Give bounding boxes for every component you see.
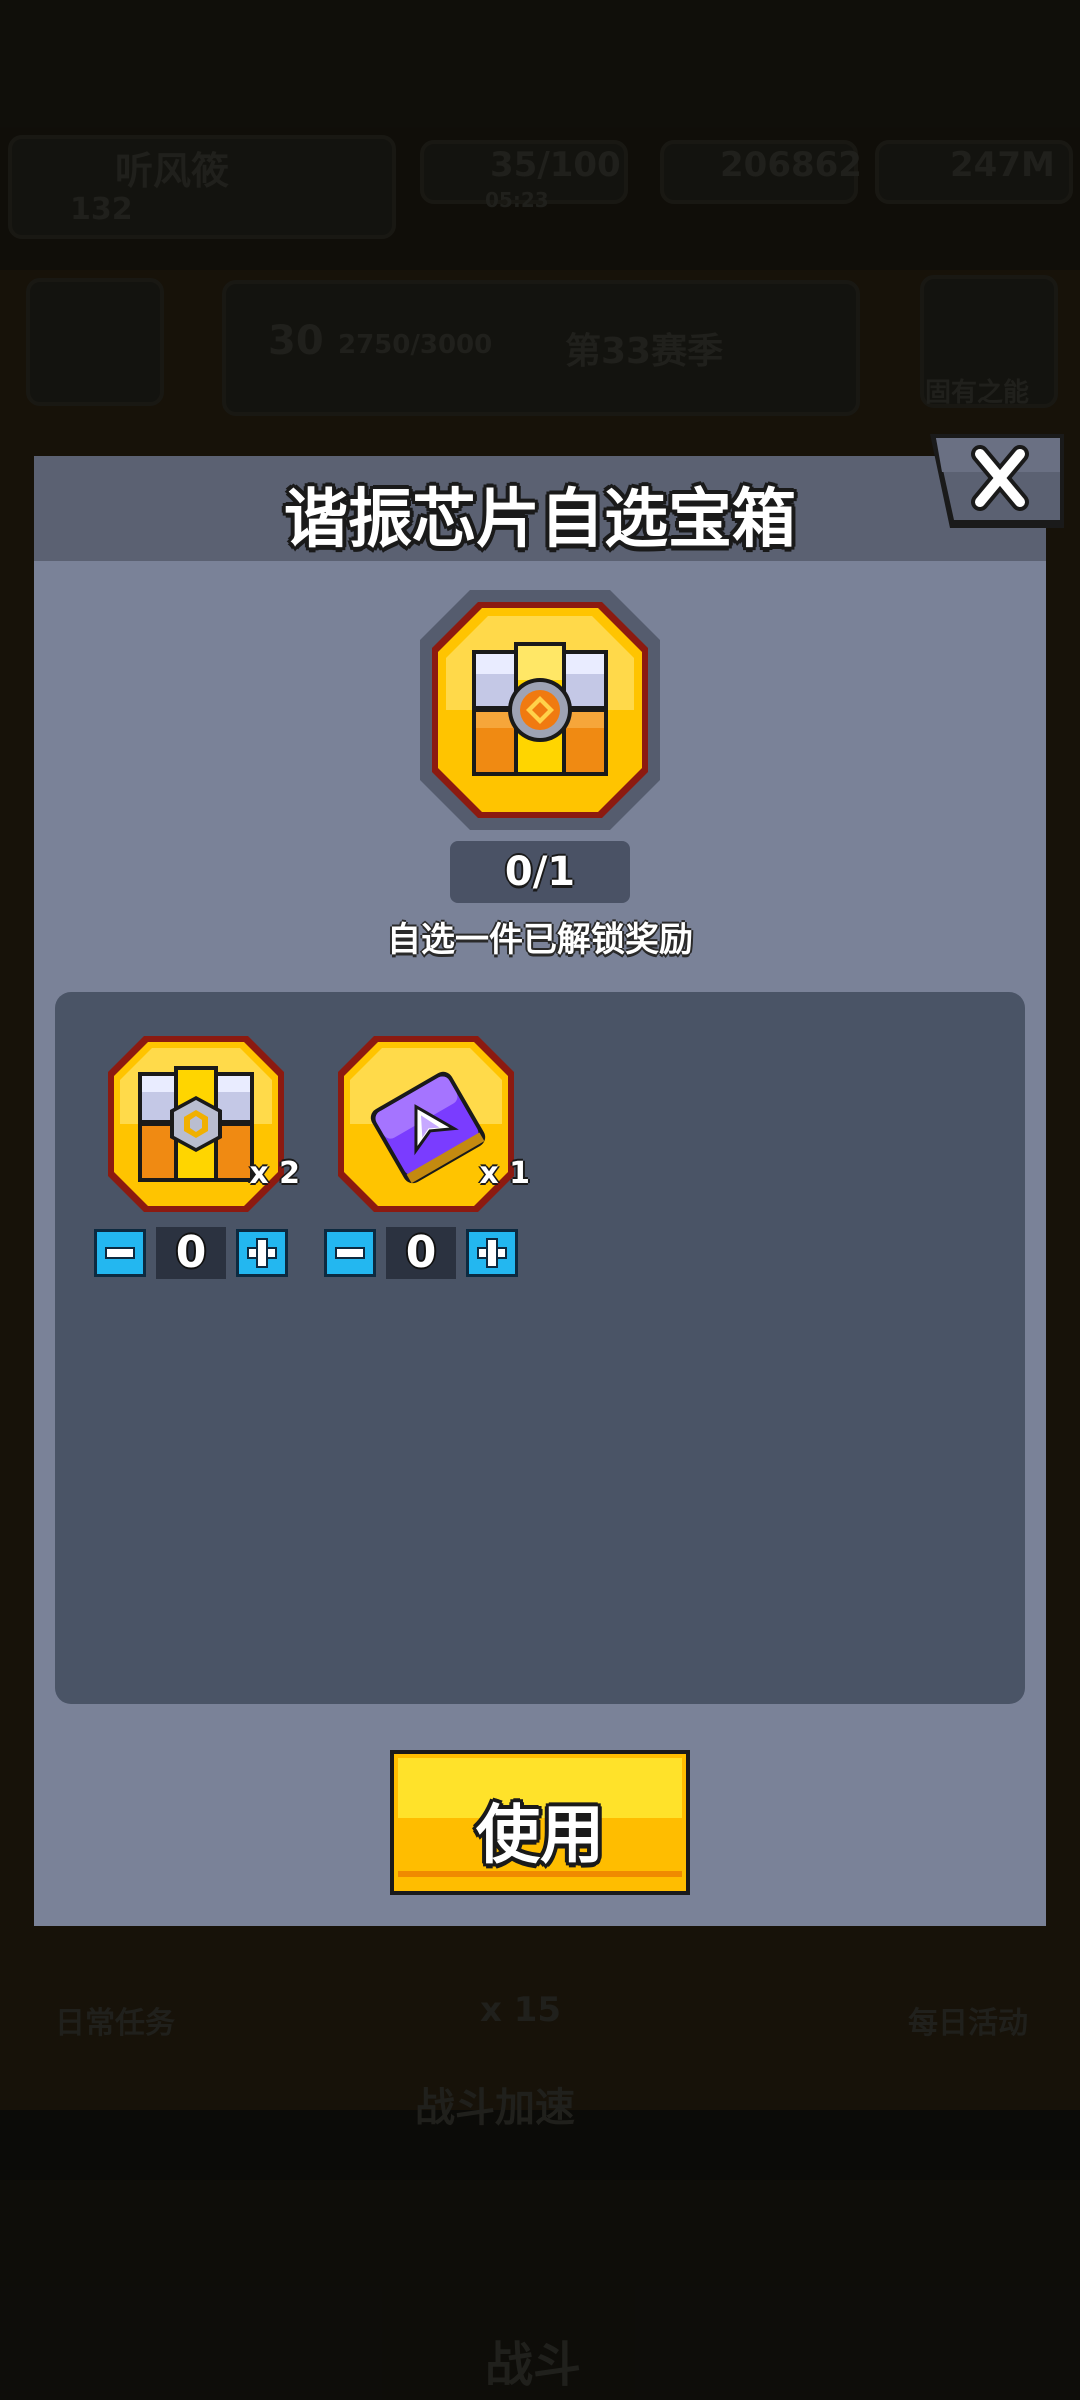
use-button-label: 使用 [476, 1799, 604, 1873]
dialog-title: 谐振芯片自选宝箱 [284, 483, 796, 557]
close-button[interactable] [928, 432, 1068, 532]
plus-button[interactable] [236, 1229, 288, 1277]
minus-button[interactable] [94, 1229, 146, 1277]
quantity-stepper: 0 [324, 1227, 524, 1279]
item-quantity: x 2 [249, 1156, 300, 1191]
plus-button[interactable] [466, 1229, 518, 1277]
selection-counter: 0/1 [450, 841, 630, 903]
quantity-stepper: 0 [94, 1227, 294, 1279]
use-button[interactable]: 使用 [390, 1750, 690, 1895]
minus-button[interactable] [324, 1229, 376, 1277]
chest-icon [420, 590, 660, 830]
reward-item-purple-blueprint[interactable]: x 1 0 [324, 1034, 536, 1304]
minus-icon [335, 1247, 365, 1259]
close-icon [930, 434, 1064, 528]
plus-icon [247, 1238, 277, 1268]
selected-quantity: 0 [156, 1227, 226, 1279]
minus-icon [105, 1247, 135, 1259]
item-quantity: x 1 [479, 1156, 530, 1191]
plus-icon [477, 1238, 507, 1268]
dialog-header: 谐振芯片自选宝箱 [34, 456, 1046, 561]
selected-quantity: 0 [386, 1227, 456, 1279]
game-screen: 听风筱 132 35/100 05:23 206862 247M 30 2750… [0, 0, 1080, 2400]
reward-item-chip-chest[interactable]: x 2 0 [94, 1034, 306, 1304]
selection-hint: 自选一件已解锁奖励 [387, 920, 693, 960]
